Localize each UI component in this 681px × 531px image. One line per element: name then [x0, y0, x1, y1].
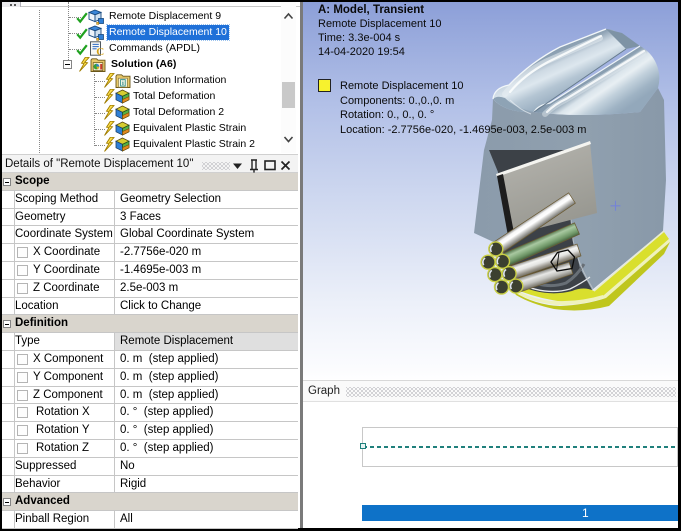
svg-text:C: C	[96, 46, 104, 57]
svg-text:i: i	[122, 80, 124, 87]
